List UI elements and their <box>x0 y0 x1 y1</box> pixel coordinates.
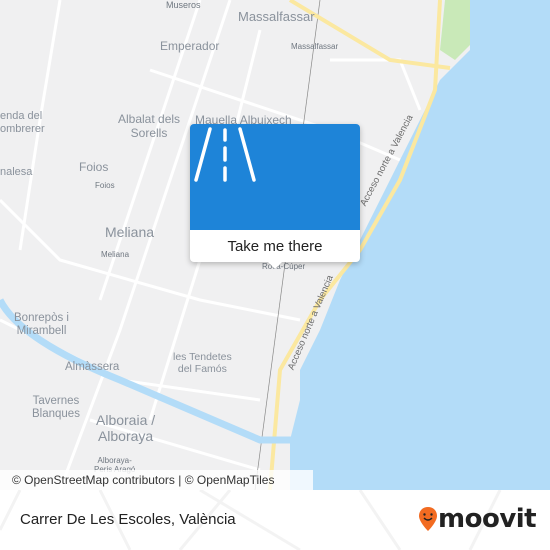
place-label: Meliana <box>101 250 130 259</box>
place-label: les Tendetes del Famós <box>173 351 232 376</box>
place-label: Emperador <box>160 39 220 53</box>
take-me-there-button[interactable]: Take me there <box>190 230 360 262</box>
place-label: Almàssera <box>65 361 120 373</box>
destination-popup[interactable]: Take me there <box>190 124 360 269</box>
place-label: Massalfassar <box>291 42 339 51</box>
place-label: Tavernes Blanques <box>32 395 80 421</box>
place-label: Alboraia / Alboraya <box>96 412 156 445</box>
place-label: Foios <box>95 181 115 190</box>
map[interactable]: Museros Massalfassar Emperador Massalfas… <box>0 0 550 490</box>
moovit-pin-icon <box>419 507 437 531</box>
place-label: enda del ombrerer <box>0 110 45 135</box>
place-label: Meliana <box>105 224 155 240</box>
place-label: Museros <box>166 0 201 10</box>
address-label: Carrer De Les Escoles, València <box>20 511 236 528</box>
road-icon <box>190 124 360 230</box>
popup-pointer <box>268 262 282 269</box>
moovit-logo: moovit <box>418 504 537 534</box>
place-label: Albalat dels Sorells <box>118 112 181 140</box>
place-label: Massalfassar <box>238 9 315 24</box>
moovit-wordmark: moovit <box>438 504 537 534</box>
place-label: Bonrepòs i Mirambell <box>14 312 69 338</box>
place-label: Foios <box>79 160 109 174</box>
map-attribution[interactable]: © OpenStreetMap contributors | © OpenMap… <box>0 470 313 490</box>
place-label: nalesa <box>0 166 33 178</box>
